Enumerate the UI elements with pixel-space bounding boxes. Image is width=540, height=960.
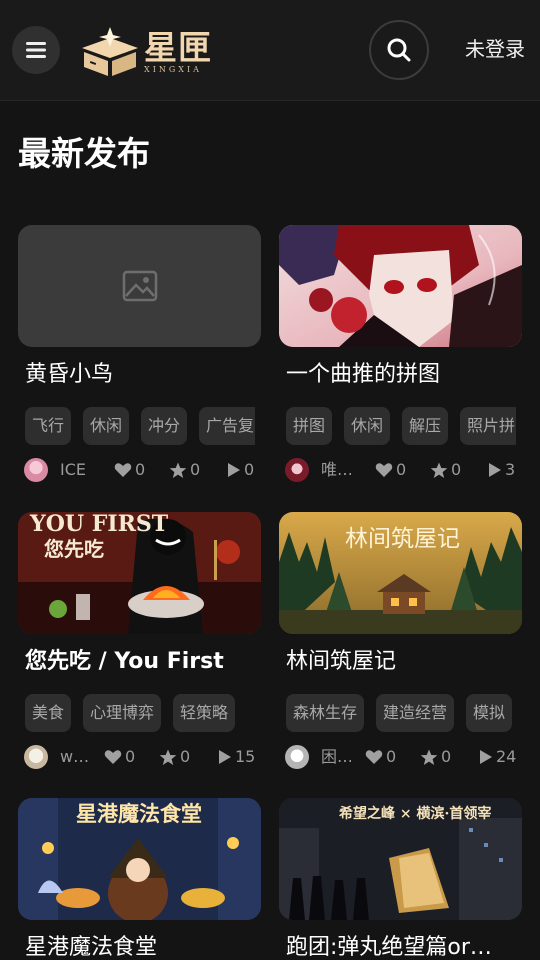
tag-list: 美食 心理博弈 轻策略 [25,694,255,732]
heart-icon [104,750,122,764]
logo-box-icon [82,27,138,76]
star-icon [430,462,448,478]
tag-list: 拼图 休闲 解压 照片拼 [286,407,516,445]
tag[interactable]: 模拟 [466,694,513,732]
heart-icon [365,750,383,764]
stars-count: 0 [430,459,461,481]
card-meta: 困… 0 0 24 [285,744,522,770]
stars-count: 0 [420,746,451,768]
stars-count: 0 [169,459,200,481]
card-meta: 唯… 0 0 3 [285,457,522,483]
anime-portrait-illustration [279,225,522,347]
search-button[interactable] [369,20,429,80]
likes-count: 0 [365,746,396,768]
logo-subtitle: XINGXIA [144,65,202,74]
card-title[interactable]: 您先吃 / You First [25,647,261,677]
section-title: 最新发布 [18,134,150,173]
likes-count: 0 [114,459,145,481]
cover-title: 希望之峰 × 横滨·首领宰 [339,806,492,822]
card-title[interactable]: 林间筑屋记 [286,647,522,677]
card-cover-image[interactable]: 林间筑屋记 [279,512,522,634]
game-card[interactable]: 希望之峰 × 横滨·首领宰 跑团:弹丸绝望篇or… [279,798,522,960]
tag[interactable]: 照片拼 [460,407,516,445]
author-name[interactable]: ICE [60,459,100,481]
play-icon [219,750,231,764]
tag[interactable]: 广告复 [199,407,255,445]
game-card[interactable]: 黄昏小鸟 飞行 休闲 冲分 广告复 ICE 0 0 0 [18,225,261,485]
game-card[interactable]: 一个曲推的拼图 拼图 休闲 解压 照片拼 唯… 0 0 3 [279,225,522,485]
author-avatar[interactable] [24,458,48,482]
top-bar: 星匣 XINGXIA 未登录 [0,0,540,101]
tag-list: 森林生存 建造经营 模拟 [286,694,516,732]
tag[interactable]: 心理博弈 [83,694,162,732]
card-cover-placeholder[interactable] [18,225,261,347]
star-icon [420,749,438,765]
likes-count: 0 [104,746,135,768]
game-card[interactable]: 林间筑屋记 林间筑屋记 森林生存 建造经营 模拟 困… 0 0 24 [279,512,522,772]
card-cover-image[interactable] [279,225,522,347]
likes-count: 0 [375,459,406,481]
cover-title: 星港魔法食堂 [76,801,202,826]
card-meta: w… 0 0 15 [24,744,261,770]
app-logo[interactable]: 星匣 XINGXIA [78,26,218,78]
tag[interactable]: 飞行 [25,407,72,445]
plays-count: 3 [488,459,515,481]
tag[interactable]: 冲分 [141,407,188,445]
card-title[interactable]: 黄昏小鸟 [25,360,261,390]
author-avatar[interactable] [24,745,48,769]
login-link[interactable]: 未登录 [465,36,525,62]
tag[interactable]: 建造经营 [376,694,455,732]
author-name[interactable]: w… [60,746,90,768]
author-avatar[interactable] [285,458,309,482]
menu-button[interactable] [12,26,60,74]
menu-icon [26,42,46,58]
cover-title: 林间筑屋记 [345,526,460,552]
tag[interactable]: 森林生存 [286,694,365,732]
card-cover-image[interactable]: YOU FIRST 您先吃 [18,512,261,634]
card-title[interactable]: 一个曲推的拼图 [286,360,522,390]
card-cover-image[interactable]: 星港魔法食堂 [18,798,261,920]
play-icon [480,750,492,764]
tag[interactable]: 拼图 [286,407,333,445]
tag[interactable]: 美食 [25,694,72,732]
star-icon [169,462,187,478]
star-icon [159,749,177,765]
cover-title-zh: 您先吃 [44,537,104,561]
stars-count: 0 [159,746,190,768]
game-card[interactable]: YOU FIRST 您先吃 您先吃 / You First 美食 心理博弈 轻策略 … [18,512,261,772]
tag[interactable]: 休闲 [83,407,130,445]
author-avatar[interactable] [285,745,309,769]
card-meta: ICE 0 0 0 [24,457,261,483]
card-cover-image[interactable]: 希望之峰 × 横滨·首领宰 [279,798,522,920]
tag-list: 飞行 休闲 冲分 广告复 [25,407,255,445]
game-card[interactable]: 星港魔法食堂 星港魔法食堂 [18,798,261,960]
image-placeholder-icon [122,270,157,302]
play-icon [228,463,240,477]
cover-title-en: YOU FIRST [30,512,169,537]
search-icon [387,38,411,62]
card-title[interactable]: 星港魔法食堂 [25,933,261,960]
plays-count: 15 [218,746,255,768]
plays-count: 24 [479,746,516,768]
card-title[interactable]: 跑团:弹丸绝望篇or… [286,933,522,960]
plays-count: 0 [227,459,254,481]
logo-wordmark: 星匣 [144,28,212,67]
author-name[interactable]: 困… [321,746,351,768]
author-name[interactable]: 唯… [321,459,351,481]
play-icon [489,463,501,477]
heart-icon [114,463,132,477]
tag[interactable]: 轻策略 [173,694,236,732]
tag[interactable]: 休闲 [344,407,391,445]
heart-icon [375,463,393,477]
tag[interactable]: 解压 [402,407,449,445]
